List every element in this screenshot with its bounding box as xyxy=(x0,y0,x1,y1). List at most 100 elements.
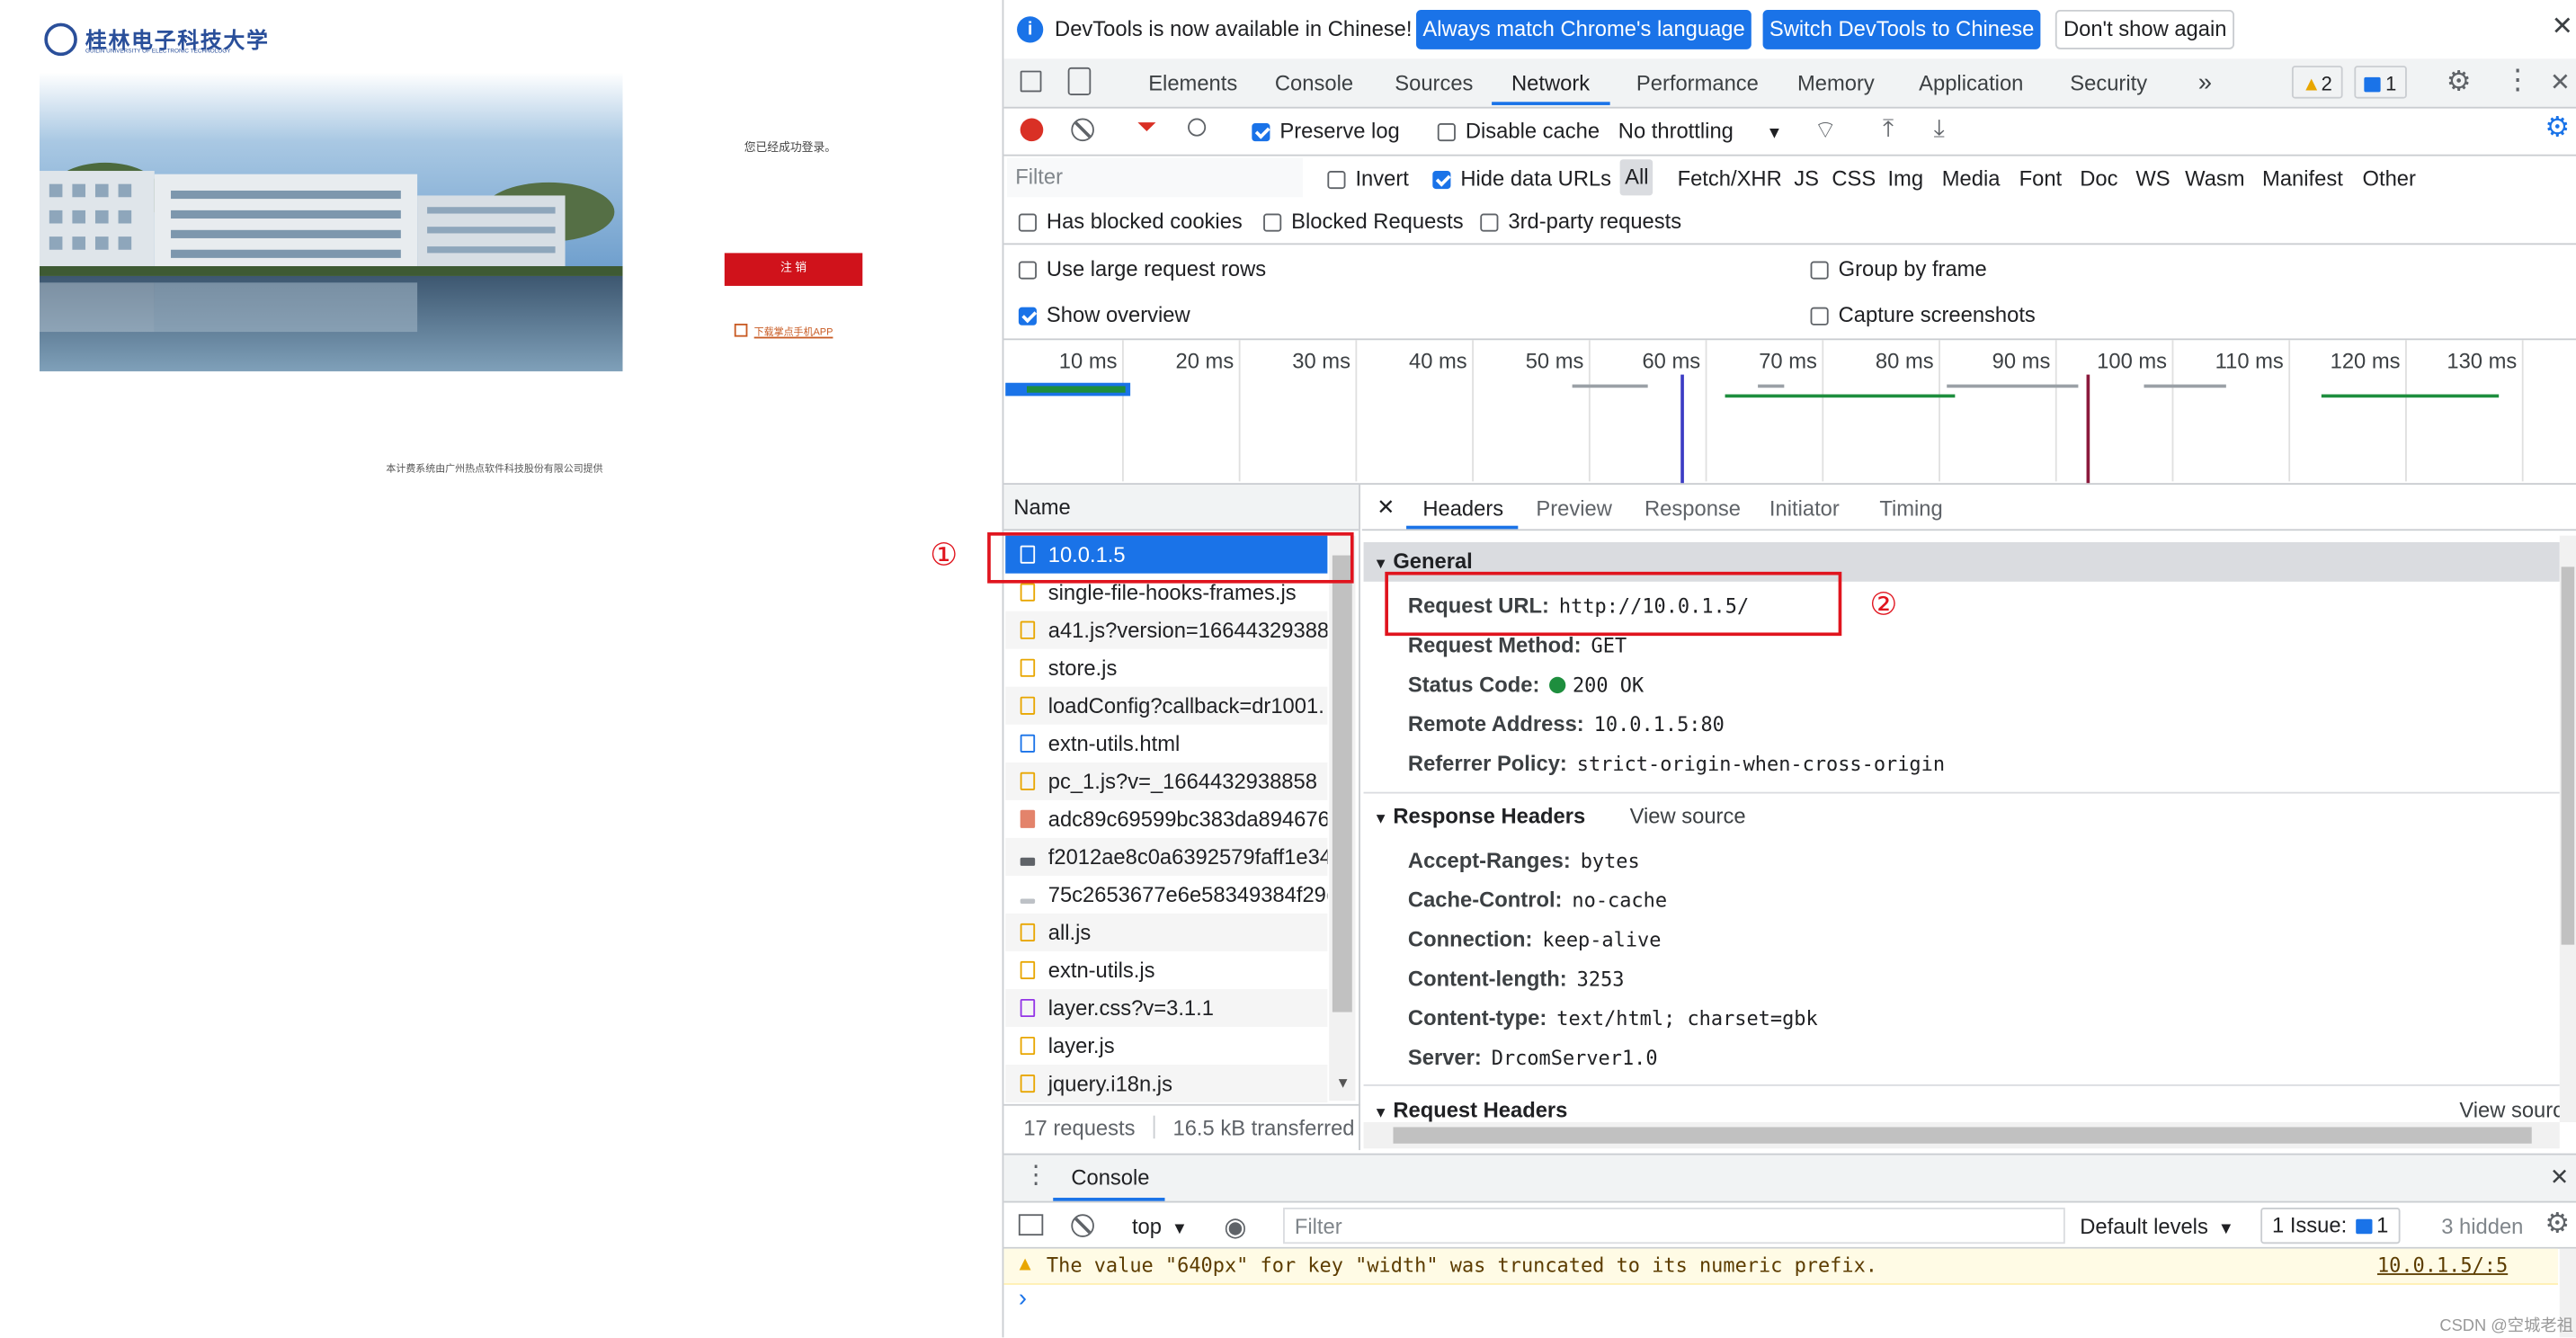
horizontal-scrollbar-thumb[interactable] xyxy=(1393,1127,2532,1144)
show-sidebar-icon[interactable] xyxy=(1018,1214,1044,1236)
tab-performance[interactable]: Performance xyxy=(1636,66,1759,102)
filter-funnel-icon[interactable]: ⏷ xyxy=(1136,113,1156,141)
tab-application[interactable]: Application xyxy=(1919,66,2023,102)
type-filter-js[interactable]: JS xyxy=(1794,166,1819,191)
type-filter-img[interactable]: Img xyxy=(1887,166,1923,191)
filter-input[interactable]: Filter xyxy=(1007,157,1303,198)
record-icon[interactable] xyxy=(1020,118,1044,142)
detail-tab-timing[interactable]: Timing xyxy=(1879,496,1942,521)
close-infobar-icon[interactable]: ✕ xyxy=(2552,10,2573,43)
large-rows-checkbox[interactable]: Use large request rows xyxy=(1018,256,1266,281)
third-party-checkbox[interactable]: 3rd-party requests xyxy=(1480,209,1681,233)
triangle-down-icon: ▼ xyxy=(1373,555,1388,572)
warning-triangle-icon: ▲ xyxy=(1015,1252,1035,1275)
vertical-scrollbar-thumb[interactable] xyxy=(2561,566,2575,945)
context-select[interactable]: top ▼ xyxy=(1132,1214,1188,1238)
request-row[interactable]: store.js xyxy=(1005,649,1327,687)
request-row[interactable]: layer.js xyxy=(1005,1027,1327,1065)
header-value: DrcomServer1.0 xyxy=(1491,1046,1658,1070)
request-headers-section[interactable]: ▼ Request Headers xyxy=(1374,1098,1568,1122)
network-conditions-icon[interactable]: ⌔ xyxy=(1814,115,1837,147)
settings-gear-icon[interactable]: ⚙ xyxy=(2447,66,2472,99)
console-prompt[interactable]: › xyxy=(1019,1285,1027,1313)
detail-tab-preview[interactable]: Preview xyxy=(1536,496,1612,521)
live-expression-eye-icon[interactable]: ◉ xyxy=(1224,1211,1247,1244)
blocked-requests-checkbox[interactable]: Blocked Requests xyxy=(1263,209,1464,233)
inspect-element-icon[interactable] xyxy=(1020,70,1042,93)
console-warning-source-link[interactable]: 10.0.1.5/:5 xyxy=(2377,1253,2508,1277)
capture-screenshots-checkbox[interactable]: Capture screenshots xyxy=(1810,302,2036,327)
import-har-icon[interactable]: ⤒ xyxy=(1883,115,1894,143)
request-view-source-link[interactable]: View sourc xyxy=(2459,1098,2563,1122)
detail-tab-initiator[interactable]: Initiator xyxy=(1769,496,1840,521)
type-filter-other[interactable]: Other xyxy=(2363,166,2416,191)
download-app-link[interactable]: 下载掌点手机APP xyxy=(734,323,833,338)
tab-console[interactable]: Console xyxy=(1275,66,1353,102)
type-filter-manifest[interactable]: Manifest xyxy=(2262,166,2343,191)
tab-sources[interactable]: Sources xyxy=(1395,66,1473,102)
request-row[interactable]: adc89c69599bc383da894676. xyxy=(1005,800,1327,838)
request-row[interactable]: f2012ae8c0a6392579faff1e34 xyxy=(1005,837,1328,876)
request-row[interactable]: jquery.i18n.js xyxy=(1005,1065,1328,1103)
type-filter-media[interactable]: Media xyxy=(1942,166,2001,191)
request-row[interactable]: extn-utils.js xyxy=(1005,951,1327,989)
type-filter-css[interactable]: CSS xyxy=(1832,166,1876,191)
close-drawer-icon[interactable]: ✕ xyxy=(2550,1164,2569,1191)
request-name: adc89c69599bc383da894676. xyxy=(1047,807,1328,832)
console-clear-icon[interactable] xyxy=(1071,1214,1094,1237)
detail-tab-response[interactable]: Response xyxy=(1645,496,1741,521)
match-language-button[interactable]: Always match Chrome's language xyxy=(1416,9,1752,49)
tab-memory[interactable]: Memory xyxy=(1797,66,1875,102)
type-filter-fetch[interactable]: Fetch/XHR xyxy=(1678,166,1782,191)
drawer-menu-icon[interactable]: ⋮ xyxy=(1023,1160,1047,1190)
close-devtools-icon[interactable]: ✕ xyxy=(2550,67,2571,97)
request-row[interactable]: all.js xyxy=(1005,913,1328,951)
request-row[interactable]: extn-utils.html xyxy=(1005,725,1327,763)
invert-checkbox[interactable]: Invert xyxy=(1327,166,1409,191)
response-headers-section[interactable]: ▼ Response Headers xyxy=(1374,804,1586,828)
tab-network[interactable]: Network xyxy=(1511,66,1590,102)
messages-badge[interactable]: 1 xyxy=(2354,66,2407,99)
console-filter-input[interactable]: Filter xyxy=(1283,1207,2065,1244)
device-toolbar-icon[interactable] xyxy=(1067,67,1092,95)
console-settings-gear-icon[interactable]: ⚙ xyxy=(2545,1208,2570,1241)
search-icon[interactable] xyxy=(1188,118,1207,137)
request-row[interactable]: a41.js?version=1664432938856 xyxy=(1005,611,1328,649)
request-row[interactable]: pc_1.js?v=_1664432938858 xyxy=(1005,762,1328,800)
group-by-frame-checkbox[interactable]: Group by frame xyxy=(1810,256,1987,281)
more-options-icon[interactable]: ⋮ xyxy=(2504,64,2532,97)
request-row[interactable]: 75c2653677e6e58349384f29c xyxy=(1005,876,1327,914)
type-filter-all[interactable]: All xyxy=(1619,159,1653,196)
export-har-icon[interactable]: ⤓ xyxy=(1934,115,1945,143)
logout-button[interactable]: 注 销 xyxy=(724,253,863,286)
warnings-badge[interactable]: ▲2 xyxy=(2291,66,2342,99)
switch-chinese-button[interactable]: Switch DevTools to Chinese xyxy=(1762,9,2041,49)
type-filter-doc[interactable]: Doc xyxy=(2080,166,2117,191)
scroll-down-icon[interactable]: ▼ xyxy=(1336,1075,1350,1091)
type-filter-font[interactable]: Font xyxy=(2019,166,2063,191)
show-overview-checkbox[interactable]: Show overview xyxy=(1018,302,1190,327)
preserve-log-checkbox[interactable]: Preserve log xyxy=(1252,119,1400,143)
has-blocked-cookies-checkbox[interactable]: Has blocked cookies xyxy=(1018,209,1243,233)
scrollbar-thumb[interactable] xyxy=(1332,555,1352,1012)
name-column-header[interactable]: Name xyxy=(1003,485,1359,531)
network-settings-gear-icon[interactable]: ⚙ xyxy=(2545,112,2570,145)
close-details-icon[interactable]: ✕ xyxy=(1377,495,1395,521)
throttling-select[interactable]: No throttling ▼ xyxy=(1618,119,1783,143)
more-tabs-icon[interactable]: » xyxy=(2198,66,2212,102)
issues-button[interactable]: 1 Issue: 1 xyxy=(2260,1207,2401,1244)
type-filter-ws[interactable]: WS xyxy=(2135,166,2170,191)
type-filter-wasm[interactable]: Wasm xyxy=(2185,166,2244,191)
disable-cache-checkbox[interactable]: Disable cache xyxy=(1437,119,1600,143)
clear-icon[interactable] xyxy=(1071,118,1094,142)
drawer-tab-console[interactable]: Console xyxy=(1071,1164,1149,1189)
hide-data-urls-checkbox[interactable]: Hide data URLs xyxy=(1432,166,1611,191)
dont-show-again-button[interactable]: Don't show again xyxy=(2055,9,2235,49)
response-view-source-link[interactable]: View source xyxy=(1630,804,1746,828)
tab-elements[interactable]: Elements xyxy=(1148,66,1237,102)
request-row[interactable]: loadConfig?callback=dr1001. xyxy=(1005,686,1328,725)
log-levels-select[interactable]: Default levels ▼ xyxy=(2080,1214,2234,1238)
tab-security[interactable]: Security xyxy=(2070,66,2147,102)
request-row[interactable]: layer.css?v=3.1.1 xyxy=(1005,988,1328,1027)
detail-tab-headers[interactable]: Headers xyxy=(1422,496,1503,521)
